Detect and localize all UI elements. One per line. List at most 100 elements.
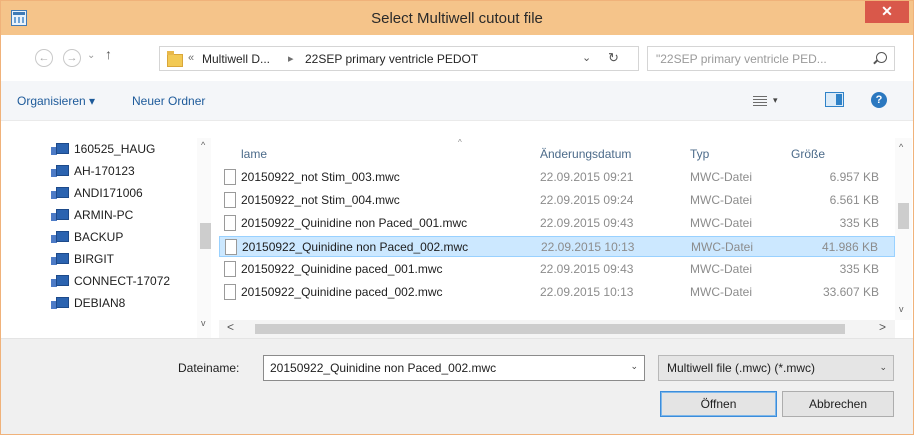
table-row[interactable]: 20150922_not Stim_003.mwc 22.09.2015 09:… bbox=[219, 167, 895, 188]
file-size: 335 KB bbox=[839, 216, 879, 230]
filename-combobox[interactable]: 20150922_Quinidine non Paced_002.mwc ⌄ bbox=[263, 355, 645, 381]
file-date: 22.09.2015 10:13 bbox=[541, 240, 635, 254]
network-computer-icon bbox=[51, 165, 69, 178]
navigation-bar: ← → ⌄ ↑ « Multiwell D... ▸ 22SEP primary… bbox=[1, 35, 913, 81]
file-icon bbox=[225, 239, 237, 255]
command-toolbar: Organisieren ▾ Neuer Ordner ▾ ? bbox=[1, 81, 913, 121]
horizontal-scroll-thumb[interactable] bbox=[255, 324, 845, 334]
file-size: 41.986 KB bbox=[821, 240, 878, 254]
organize-menu-button[interactable]: Organisieren ▾ bbox=[17, 94, 95, 108]
file-date: 22.09.2015 09:21 bbox=[540, 170, 634, 184]
network-computer-icon bbox=[51, 143, 69, 156]
breadcrumb-item[interactable]: 22SEP primary ventricle PEDOT bbox=[305, 52, 478, 66]
network-computer-icon bbox=[51, 187, 69, 200]
file-name: 20150922_Quinidine non Paced_002.mwc bbox=[242, 240, 469, 254]
scroll-down-icon[interactable]: v bbox=[201, 318, 206, 328]
file-type: MWC-Datei bbox=[691, 240, 753, 254]
filename-dropdown-icon[interactable]: ⌄ bbox=[630, 361, 638, 372]
file-list-vertical-scrollbar[interactable]: ^ v bbox=[895, 138, 912, 320]
file-type: MWC-Datei bbox=[690, 262, 752, 276]
file-size: 33.607 KB bbox=[822, 285, 879, 299]
file-list: ^ lame Änderungsdatum Typ Größe 20150922… bbox=[219, 138, 895, 320]
breadcrumb-overflow-icon[interactable]: « bbox=[188, 52, 194, 64]
file-icon bbox=[224, 215, 236, 231]
file-icon bbox=[224, 169, 236, 185]
sort-ascending-icon: ^ bbox=[458, 138, 462, 147]
vertical-scroll-thumb[interactable] bbox=[898, 203, 909, 229]
file-date: 22.09.2015 09:24 bbox=[540, 193, 634, 207]
network-computer-icon bbox=[51, 231, 69, 244]
filename-field[interactable]: 20150922_Quinidine non Paced_002.mwc bbox=[270, 361, 496, 375]
new-folder-button[interactable]: Neuer Ordner bbox=[132, 94, 205, 108]
table-row[interactable]: 20150922_not Stim_004.mwc 22.09.2015 09:… bbox=[219, 190, 895, 211]
file-type: MWC-Datei bbox=[690, 216, 752, 230]
table-row[interactable]: 20150922_Quinidine paced_001.mwc 22.09.2… bbox=[219, 259, 895, 280]
filename-label: Dateiname: bbox=[178, 361, 240, 375]
file-icon bbox=[224, 284, 236, 300]
table-row[interactable]: 20150922_Quinidine paced_002.mwc 22.09.2… bbox=[219, 282, 895, 303]
table-row-selected[interactable]: 20150922_Quinidine non Paced_002.mwc 22.… bbox=[219, 236, 895, 257]
title-bar: Select Multiwell cutout file ✕ bbox=[1, 1, 913, 35]
table-row[interactable]: 20150922_Quinidine non Paced_001.mwc 22.… bbox=[219, 213, 895, 234]
column-header-date[interactable]: Änderungsdatum bbox=[540, 147, 631, 161]
tree-scroll-thumb[interactable] bbox=[200, 223, 211, 249]
close-button[interactable]: ✕ bbox=[865, 1, 909, 23]
file-size: 6.561 KB bbox=[829, 193, 879, 207]
scroll-right-icon[interactable]: > bbox=[879, 320, 886, 334]
search-placeholder: "22SEP primary ventricle PED... bbox=[656, 52, 827, 66]
search-input[interactable]: "22SEP primary ventricle PED... bbox=[647, 46, 895, 71]
preview-pane-icon[interactable] bbox=[825, 92, 844, 107]
view-dropdown-icon[interactable]: ▾ bbox=[773, 95, 778, 106]
scroll-up-icon[interactable]: ^ bbox=[201, 140, 205, 150]
file-date: 22.09.2015 10:13 bbox=[540, 285, 634, 299]
folder-icon bbox=[167, 50, 183, 67]
navigation-tree: 160525_HAUG AH-170123 ANDI171006 ARMIN-P… bbox=[1, 138, 211, 338]
file-name: 20150922_Quinidine paced_002.mwc bbox=[241, 285, 443, 299]
refresh-icon[interactable]: ↻ bbox=[608, 50, 619, 66]
dialog-title: Select Multiwell cutout file bbox=[371, 10, 543, 27]
file-dialog: Select Multiwell cutout file ✕ ← → ⌄ ↑ «… bbox=[0, 0, 914, 435]
network-computer-icon bbox=[51, 209, 69, 222]
file-name: 20150922_not Stim_004.mwc bbox=[241, 193, 400, 207]
file-icon bbox=[224, 192, 236, 208]
scroll-up-icon[interactable]: ^ bbox=[899, 142, 903, 152]
column-header-type[interactable]: Typ bbox=[690, 147, 709, 161]
column-header-name[interactable]: lame bbox=[241, 147, 267, 161]
scroll-left-icon[interactable]: < bbox=[227, 320, 234, 334]
file-name: 20150922_Quinidine non Paced_001.mwc bbox=[241, 216, 468, 230]
file-date: 22.09.2015 09:43 bbox=[540, 262, 634, 276]
network-computer-icon bbox=[51, 275, 69, 288]
file-type-filter-value: Multiwell file (.mwc) (*.mwc) bbox=[667, 361, 815, 375]
file-type: MWC-Datei bbox=[690, 285, 752, 299]
scroll-down-icon[interactable]: v bbox=[899, 304, 904, 314]
file-list-horizontal-scrollbar[interactable]: < > bbox=[219, 320, 895, 338]
file-date: 22.09.2015 09:43 bbox=[540, 216, 634, 230]
file-type-filter-select[interactable]: Multiwell file (.mwc) (*.mwc) ⌄ bbox=[658, 355, 894, 381]
file-size: 6.957 KB bbox=[829, 170, 879, 184]
open-button[interactable]: Öffnen bbox=[660, 391, 777, 417]
file-type: MWC-Datei bbox=[690, 193, 752, 207]
cancel-button[interactable]: Abbrechen bbox=[782, 391, 894, 417]
dialog-footer: Dateiname: 20150922_Quinidine non Paced_… bbox=[1, 338, 913, 434]
forward-button[interactable]: → bbox=[63, 49, 81, 67]
up-arrow-icon[interactable]: ↑ bbox=[105, 46, 112, 62]
network-computer-icon bbox=[51, 297, 69, 310]
view-options-icon[interactable] bbox=[753, 96, 767, 106]
file-name: 20150922_Quinidine paced_001.mwc bbox=[241, 262, 443, 276]
search-icon[interactable] bbox=[876, 52, 887, 63]
breadcrumb-separator-icon[interactable]: ▸ bbox=[288, 52, 294, 65]
help-icon[interactable]: ? bbox=[871, 92, 887, 108]
tree-scrollbar[interactable]: ^ v bbox=[197, 138, 211, 338]
breadcrumb-item[interactable]: Multiwell D... bbox=[202, 52, 270, 66]
filter-dropdown-icon[interactable]: ⌄ bbox=[879, 362, 887, 373]
column-header-size[interactable]: Größe bbox=[791, 147, 825, 161]
back-button[interactable]: ← bbox=[35, 49, 53, 67]
content-area: 160525_HAUG AH-170123 ANDI171006 ARMIN-P… bbox=[1, 138, 913, 338]
file-size: 335 KB bbox=[839, 262, 879, 276]
recent-locations-chevron-icon[interactable]: ⌄ bbox=[87, 50, 95, 61]
file-icon bbox=[224, 261, 236, 277]
address-bar[interactable]: « Multiwell D... ▸ 22SEP primary ventric… bbox=[159, 46, 639, 71]
address-dropdown-icon[interactable]: ⌄ bbox=[582, 51, 591, 64]
network-computer-icon bbox=[51, 253, 69, 266]
file-type: MWC-Datei bbox=[690, 170, 752, 184]
